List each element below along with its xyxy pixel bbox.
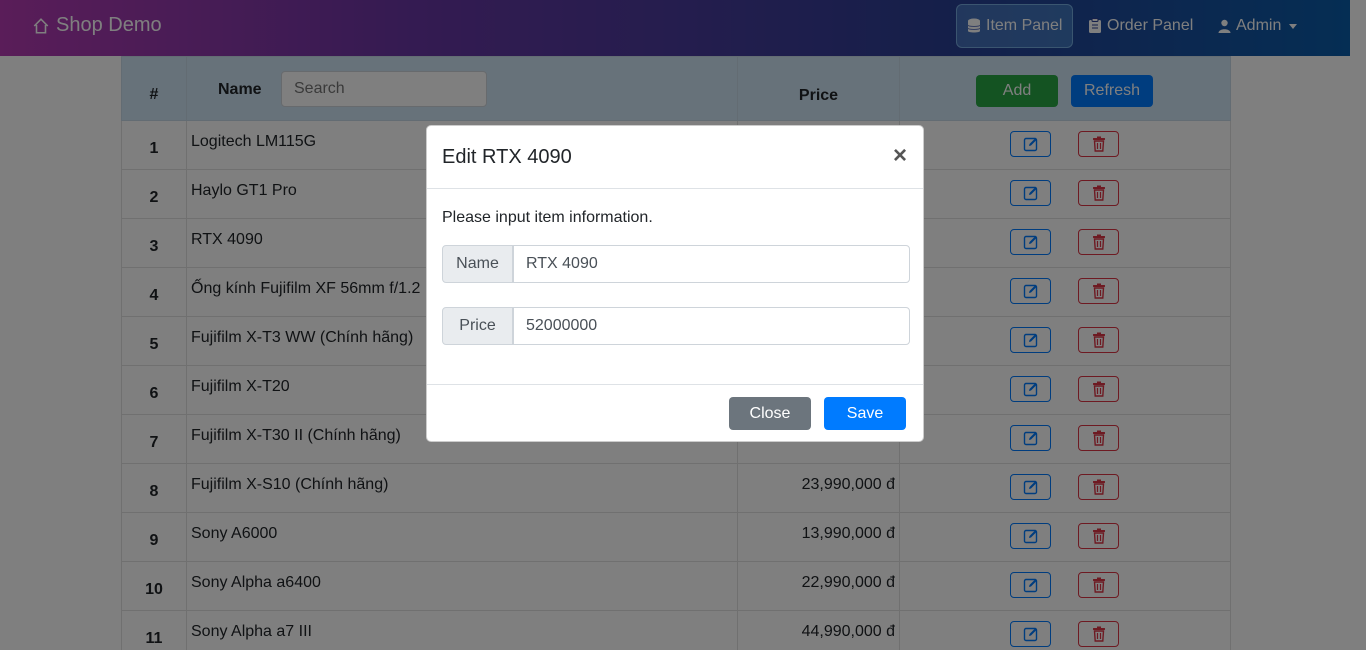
- price-field-label: Price: [442, 307, 513, 345]
- name-field[interactable]: RTX 4090: [513, 245, 910, 283]
- name-field-label: Name: [442, 245, 513, 283]
- modal-title: Edit RTX 4090: [442, 146, 572, 168]
- modal-header: Edit RTX 4090 ×: [427, 126, 923, 189]
- close-icon[interactable]: ×: [893, 142, 907, 170]
- price-field[interactable]: 52000000: [513, 307, 910, 345]
- close-button[interactable]: Close: [729, 397, 811, 430]
- save-button[interactable]: Save: [824, 397, 906, 430]
- modal-hint-text: Please input item information.: [442, 209, 653, 226]
- edit-item-modal: Edit RTX 4090 × Please input item inform…: [426, 125, 924, 442]
- modal-body: Please input item information. Name RTX …: [427, 189, 923, 385]
- modal-footer: Close Save: [427, 385, 923, 442]
